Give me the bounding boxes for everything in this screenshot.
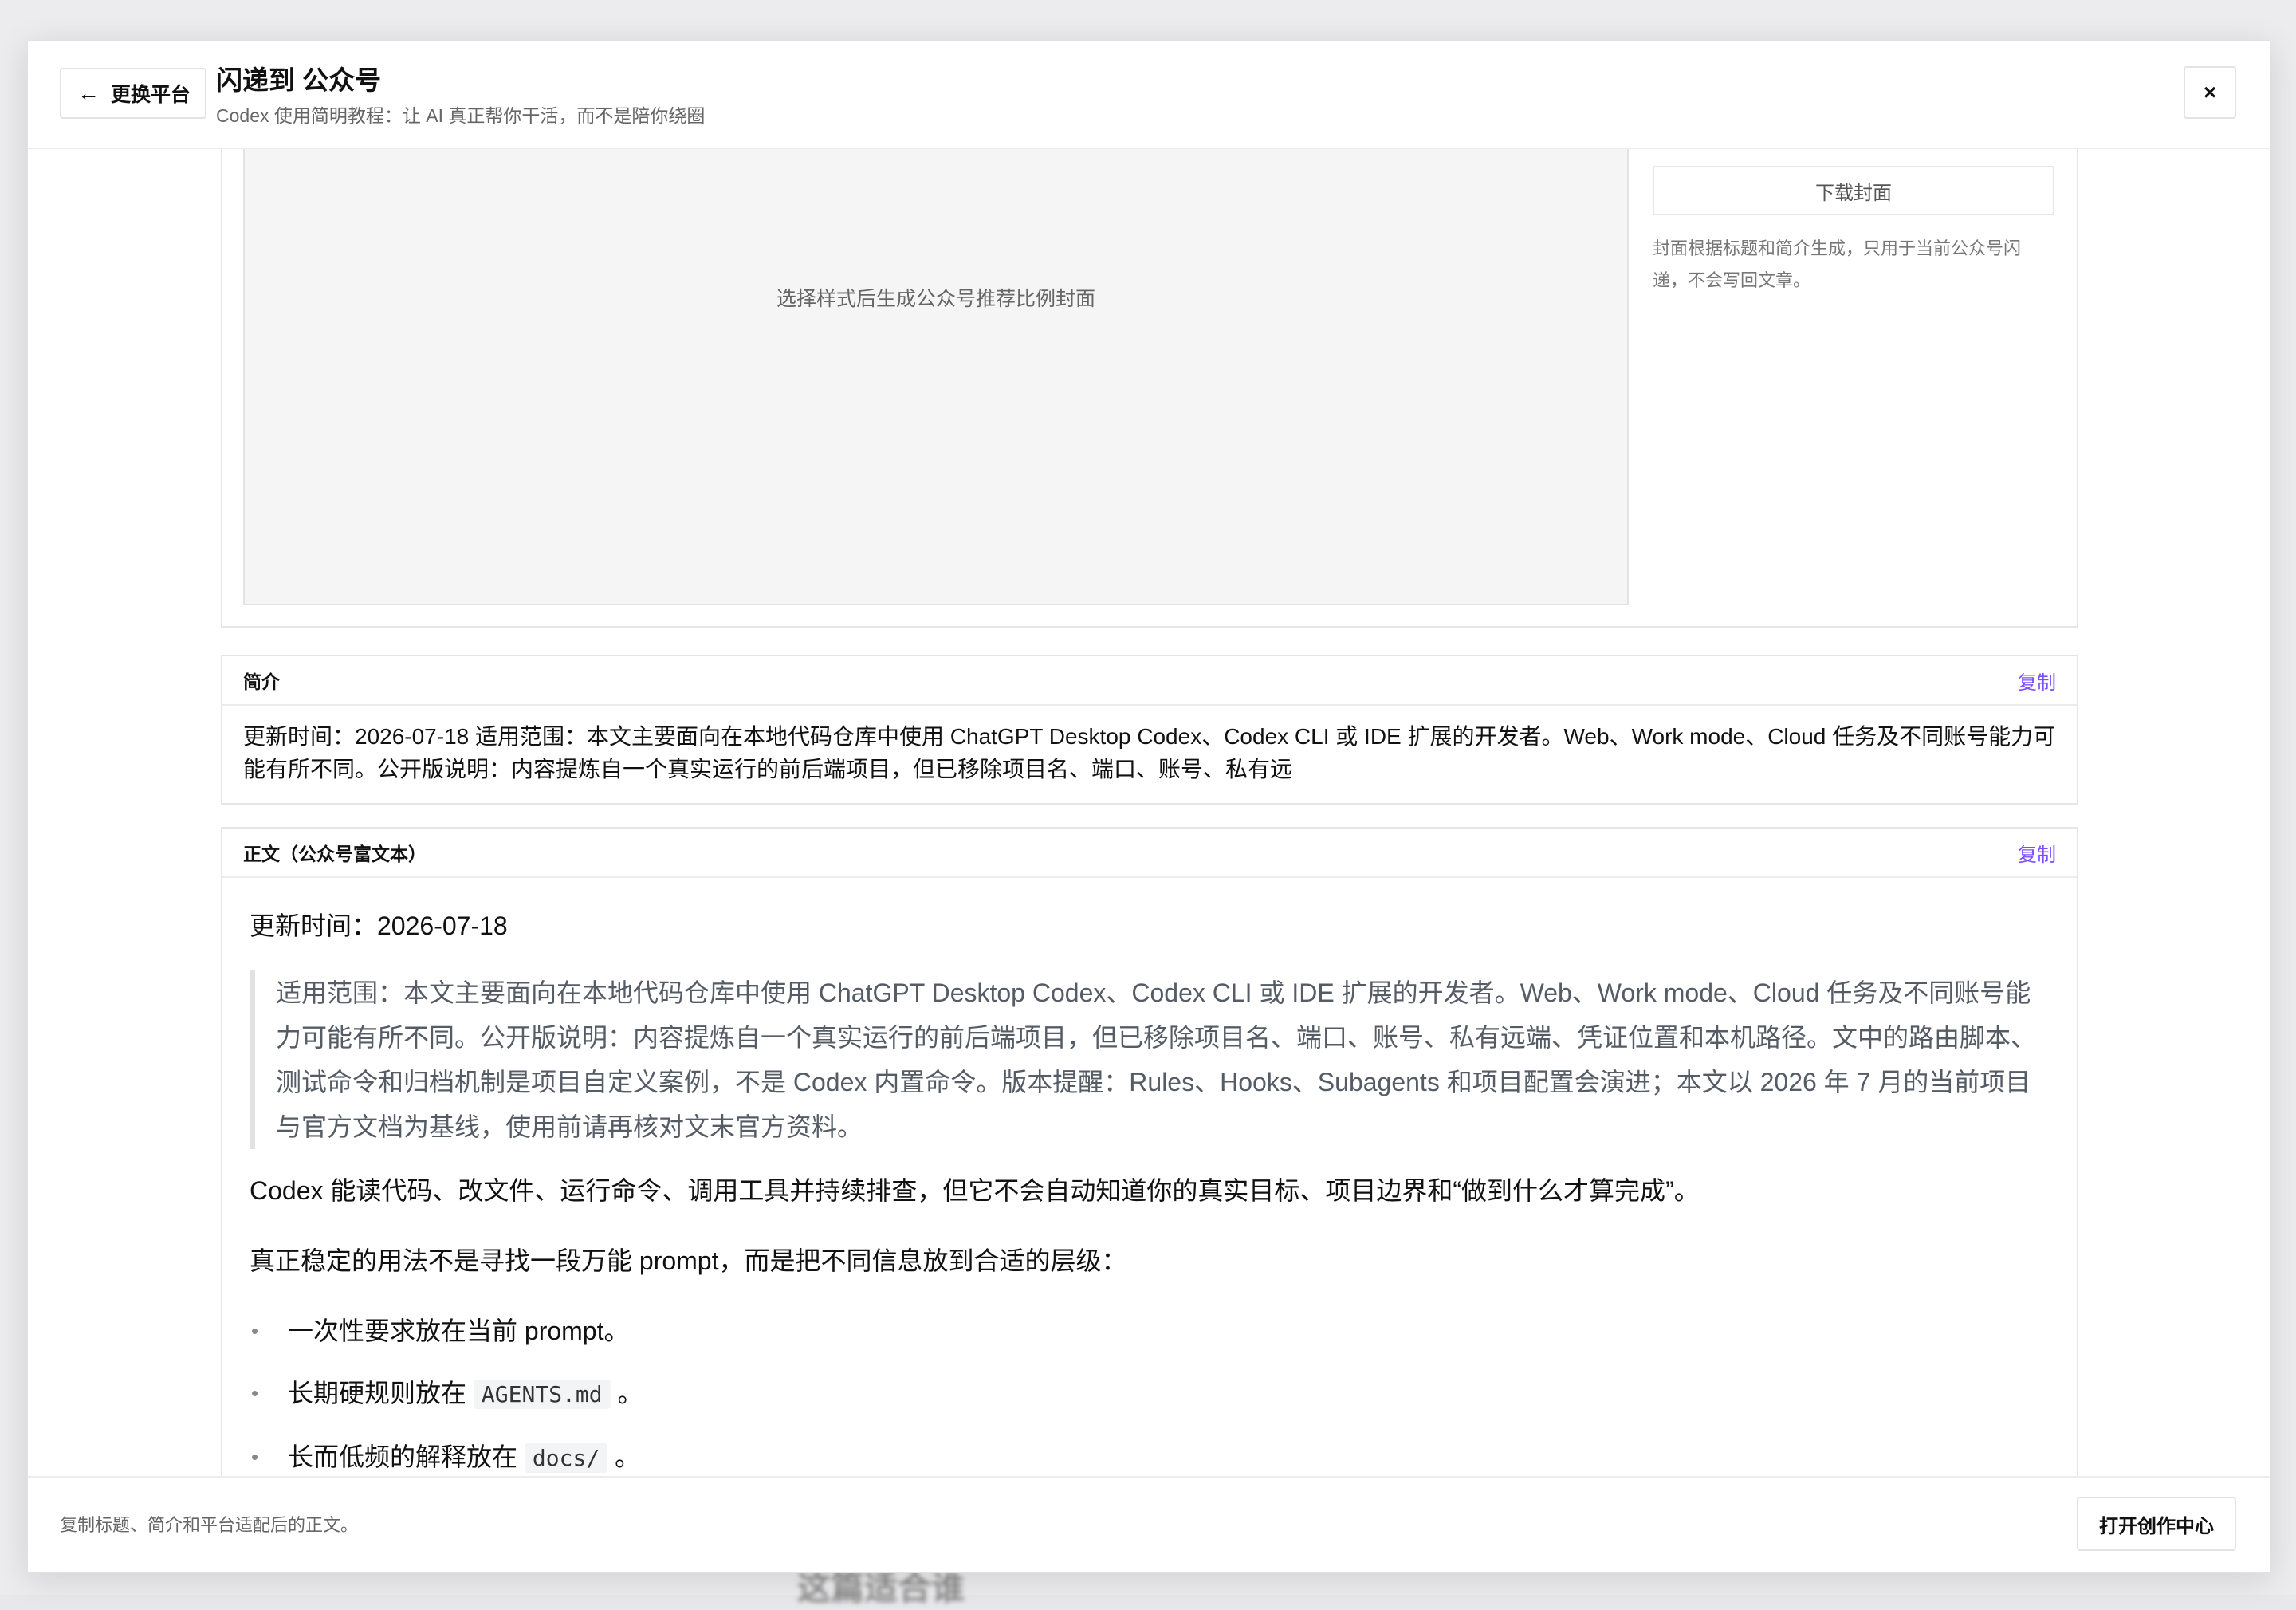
summary-text: 更新时间：2026-07-18 适用范围：本文主要面向在本地代码仓库中使用 Ch… bbox=[243, 724, 2056, 781]
list-item-tail: 。 bbox=[615, 1443, 641, 1471]
body-label: 正文（公众号富文本） bbox=[243, 844, 427, 864]
download-cover-button[interactable]: 下载封面 bbox=[1653, 166, 2054, 215]
body-card: 正文（公众号富文本） 复制 更新时间：2026-07-18 适用范围：本文主要面… bbox=[221, 827, 2078, 1517]
inline-code: docs/ bbox=[524, 1443, 608, 1473]
body-card-header: 正文（公众号富文本） 复制 bbox=[222, 829, 2077, 878]
list-item-text: 长而低频的解释放在 bbox=[288, 1443, 518, 1471]
cover-side-panel: 下载封面 封面根据标题和简介生成，只用于当前公众号闪递，不会写回文章。 bbox=[1653, 149, 2054, 297]
copy-summary-button[interactable]: 复制 bbox=[2018, 667, 2056, 695]
body-paragraph: Codex 能读代码、改文件、运行命令、调用工具并持续排查，但它不会自动知道你的… bbox=[250, 1176, 1700, 1205]
summary-label: 简介 bbox=[243, 671, 280, 692]
publish-modal: ← 更换平台 闪递到 公众号 Codex 使用简明教程：让 AI 真正帮你干活，… bbox=[27, 40, 2270, 1573]
bullet-icon: • bbox=[251, 1319, 259, 1343]
modal-title: 闪递到 公众号 bbox=[216, 65, 382, 95]
open-creator-center-button[interactable]: 打开创作中心 bbox=[2077, 1497, 2236, 1551]
modal-content[interactable]: 选择样式后生成公众号推荐比例封面 下载封面 封面根据标题和简介生成，只用于当前公… bbox=[28, 149, 2270, 1517]
arrow-left-icon: ← bbox=[77, 81, 100, 105]
list-item: • 长期硬规则放在 AGENTS.md 。 bbox=[250, 1376, 2050, 1412]
cover-note: 封面根据标题和简介生成，只用于当前公众号闪递，不会写回文章。 bbox=[1653, 238, 2022, 290]
body-scope-quote: 适用范围：本文主要面向在本地代码仓库中使用 ChatGPT Desktop Co… bbox=[250, 970, 2050, 1149]
summary-card-header: 简介 复制 bbox=[222, 656, 2077, 706]
close-button[interactable]: × bbox=[2184, 66, 2236, 119]
list-item-text: 长期硬规则放在 bbox=[288, 1379, 467, 1407]
article-title: Codex 使用简明教程：让 AI 真正帮你干活，而不是陪你绕圈 bbox=[216, 105, 706, 126]
copy-body-button[interactable]: 复制 bbox=[2018, 839, 2056, 867]
bullet-icon: • bbox=[251, 1381, 259, 1405]
body-updated-line: 更新时间：2026-07-18 bbox=[250, 911, 508, 940]
close-icon: × bbox=[2203, 80, 2217, 104]
list-item: • 长而低频的解释放在 docs/ 。 bbox=[250, 1439, 2050, 1476]
summary-card: 简介 复制 更新时间：2026-07-18 适用范围：本文主要面向在本地代码仓库… bbox=[221, 655, 2078, 805]
list-item-text: 一次性要求放在当前 prompt。 bbox=[288, 1317, 630, 1345]
list-item: • 一次性要求放在当前 prompt。 bbox=[250, 1313, 2050, 1348]
cover-placeholder-text: 选择样式后生成公众号推荐比例封面 bbox=[776, 288, 1095, 310]
body-paragraph: 真正稳定的用法不是寻找一段万能 prompt，而是把不同信息放到合适的层级： bbox=[250, 1246, 1127, 1275]
bullet-icon: • bbox=[251, 1445, 259, 1469]
rich-text-preview: 更新时间：2026-07-18 适用范围：本文主要面向在本地代码仓库中使用 Ch… bbox=[222, 878, 2077, 1476]
body-list: • 一次性要求放在当前 prompt。 • 长期硬规则放在 AGENTS.md … bbox=[250, 1313, 2050, 1476]
title-block: 闪递到 公众号 Codex 使用简明教程：让 AI 真正帮你干活，而不是陪你绕圈 bbox=[216, 63, 705, 130]
cover-preview: 选择样式后生成公众号推荐比例封面 bbox=[243, 149, 1629, 605]
inline-code: AGENTS.md bbox=[473, 1380, 611, 1409]
change-platform-label: 更换平台 bbox=[111, 84, 191, 106]
cover-card: 选择样式后生成公众号推荐比例封面 下载封面 封面根据标题和简介生成，只用于当前公… bbox=[221, 149, 2078, 628]
footer-note: 复制标题、简介和平台适配后的正文。 bbox=[60, 1515, 359, 1535]
modal-header: ← 更换平台 闪递到 公众号 Codex 使用简明教程：让 AI 真正帮你干活，… bbox=[28, 41, 2270, 149]
change-platform-button[interactable]: ← 更换平台 bbox=[60, 68, 207, 119]
modal-footer: 复制标题、简介和平台适配后的正文。 打开创作中心 bbox=[28, 1476, 2270, 1572]
list-item-tail: 。 bbox=[617, 1379, 643, 1407]
